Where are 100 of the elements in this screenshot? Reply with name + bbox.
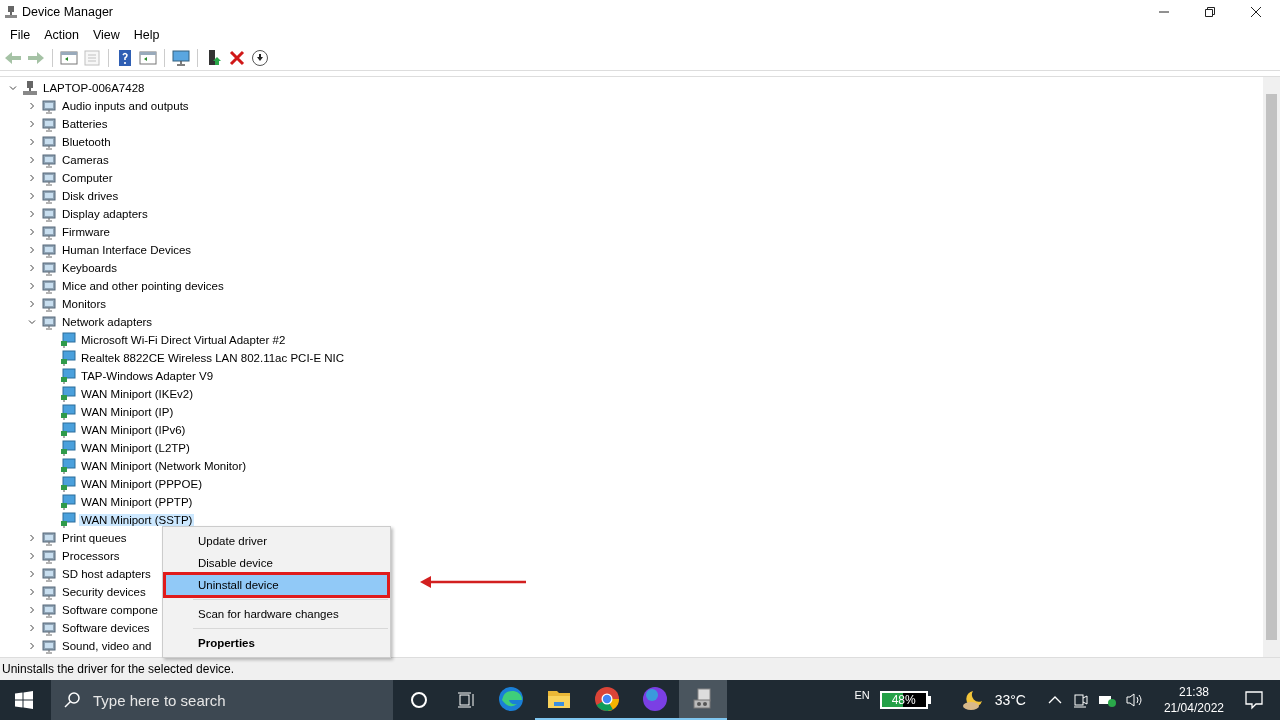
circle-logo-icon [642, 686, 668, 712]
panel-icon[interactable] [60, 49, 78, 67]
status-text: Uninstalls the driver for the selected device. [2, 662, 235, 676]
menu-item[interactable]: Uninstall device [165, 574, 388, 596]
menu-item[interactable]: File [4, 28, 37, 42]
chevron-icon[interactable] [27, 155, 37, 165]
device-icon [41, 206, 57, 222]
tree-item[interactable]: WAN Miniport (Network Monitor) [79, 460, 249, 472]
tree-item[interactable]: WAN Miniport (L2TP) [79, 442, 192, 454]
chevron-icon[interactable] [27, 209, 37, 219]
tree-item[interactable]: WAN Miniport (PPPOE) [79, 478, 204, 490]
menu-item[interactable]: Action [38, 28, 85, 42]
tree-item[interactable]: WAN Miniport (IPv6) [79, 424, 188, 436]
tree-item[interactable]: Disk drives [60, 190, 121, 202]
monitor-icon[interactable] [172, 49, 190, 67]
maximize-icon[interactable] [1204, 6, 1216, 18]
chevron-icon[interactable] [27, 119, 37, 129]
tree-item[interactable]: TAP-Windows Adapter V9 [79, 370, 216, 382]
scrollbar[interactable] [1263, 77, 1280, 657]
tree-item[interactable]: Firmware [60, 226, 112, 238]
menu-item[interactable]: Update driver [165, 530, 388, 552]
tree-item[interactable]: Monitors [60, 298, 109, 310]
tree-item[interactable]: WAN Miniport (PPTP) [79, 496, 195, 508]
chevron-icon[interactable] [27, 569, 37, 579]
moon-cloud-icon[interactable] [960, 689, 985, 711]
chevron-icon[interactable] [27, 587, 37, 597]
chevron-icon[interactable] [27, 101, 37, 111]
tree-item[interactable]: Software devices [60, 622, 152, 634]
tree-item[interactable]: WAN Miniport (IP) [79, 406, 176, 418]
temperature[interactable]: 33°C [994, 692, 1026, 708]
tree-item[interactable]: Print queues [60, 532, 129, 544]
close-icon[interactable] [1250, 6, 1262, 18]
ring-logo-icon [594, 686, 620, 712]
cortana-icon[interactable] [410, 691, 428, 709]
search-bar[interactable]: Type here to search [51, 680, 393, 720]
tree-item[interactable]: WAN Miniport (IKEv2) [79, 388, 196, 400]
device-icon [41, 602, 57, 618]
tree-item[interactable]: Audio inputs and outputs [60, 100, 191, 112]
computer-icon [4, 5, 18, 19]
tree-item[interactable]: Cameras [60, 154, 111, 166]
menu-item[interactable]: Scan for hardware changes [165, 603, 388, 625]
menu-item[interactable]: Help [127, 28, 166, 42]
chevron-icon[interactable] [27, 281, 37, 291]
tree-item[interactable]: SD host adapters [60, 568, 153, 580]
chevron-icon[interactable] [27, 317, 37, 327]
clock-date[interactable]: 21/04/2022 [1163, 701, 1224, 715]
chevron-icon[interactable] [27, 245, 37, 255]
tree-item[interactable]: Keyboards [60, 262, 119, 274]
chevron-icon[interactable] [27, 623, 37, 633]
computer-name[interactable]: LAPTOP-006A7428 [41, 82, 147, 94]
menu-item[interactable]: View [86, 28, 126, 42]
chevron-icon[interactable] [27, 173, 37, 183]
meet-icon[interactable] [1071, 692, 1088, 708]
tree-item[interactable]: Bluetooth [60, 136, 113, 148]
tree-item[interactable]: Batteries [60, 118, 110, 130]
chevron-icon[interactable] [27, 299, 37, 309]
chevron-icon[interactable] [27, 551, 37, 561]
help-icon[interactable] [116, 49, 134, 67]
device-icon [41, 188, 57, 204]
device-icon [41, 620, 57, 636]
panel-icon[interactable] [139, 49, 157, 67]
tree-item[interactable]: Mice and other pointing devices [60, 280, 226, 292]
device-icon [41, 638, 57, 654]
chevron-icon[interactable] [27, 137, 37, 147]
chevron-icon[interactable] [27, 533, 37, 543]
search-field[interactable]: Type here to search [91, 690, 385, 710]
computer-icon [22, 80, 38, 96]
chevron-icon[interactable] [27, 191, 37, 201]
menu-item[interactable]: Properties [165, 632, 388, 654]
tree-item[interactable]: Processors [60, 550, 122, 562]
tree-item[interactable]: Realtek 8822CE Wireless LAN 802.11ac PCI-E NIC [79, 352, 347, 364]
device-icon [41, 530, 57, 546]
chevron-icon[interactable] [27, 227, 37, 237]
chevron-up-icon[interactable] [1047, 695, 1062, 705]
menu-item[interactable]: Disable device [165, 552, 388, 574]
task-view-icon[interactable] [457, 691, 475, 709]
tree-item[interactable]: Microsoft Wi-Fi Direct Virtual Adapter #2 [79, 334, 288, 346]
taskbar-app[interactable] [679, 680, 727, 720]
tree-item[interactable]: Software compone [60, 604, 160, 616]
tree-item[interactable]: Sound, video and [60, 640, 154, 652]
chevron-icon[interactable] [27, 641, 37, 651]
device-icon [41, 116, 57, 132]
tree-item[interactable]: Human Interface Devices [60, 244, 194, 256]
network-adapter-icon [60, 458, 76, 474]
chevron-icon[interactable] [27, 263, 37, 273]
tree-item[interactable]: Network adapters [60, 316, 155, 328]
chevron-icon[interactable] [27, 605, 37, 615]
start-icon[interactable] [15, 691, 33, 709]
tree-item[interactable]: Computer [60, 172, 115, 184]
speaker-icon[interactable] [1125, 692, 1144, 708]
chevron-icon[interactable] [8, 83, 18, 93]
clock-time[interactable]: 21:38 [1178, 685, 1209, 699]
tree-item[interactable]: Security devices [60, 586, 148, 598]
download-icon[interactable] [251, 49, 269, 67]
device-icon [41, 170, 57, 186]
notification-icon[interactable] [1244, 690, 1264, 710]
device-icon [41, 314, 57, 330]
tree-item[interactable]: WAN Miniport (SSTP) [79, 514, 195, 526]
tree-item[interactable]: Display adapters [60, 208, 150, 220]
language-indicator[interactable]: EN [854, 689, 870, 701]
